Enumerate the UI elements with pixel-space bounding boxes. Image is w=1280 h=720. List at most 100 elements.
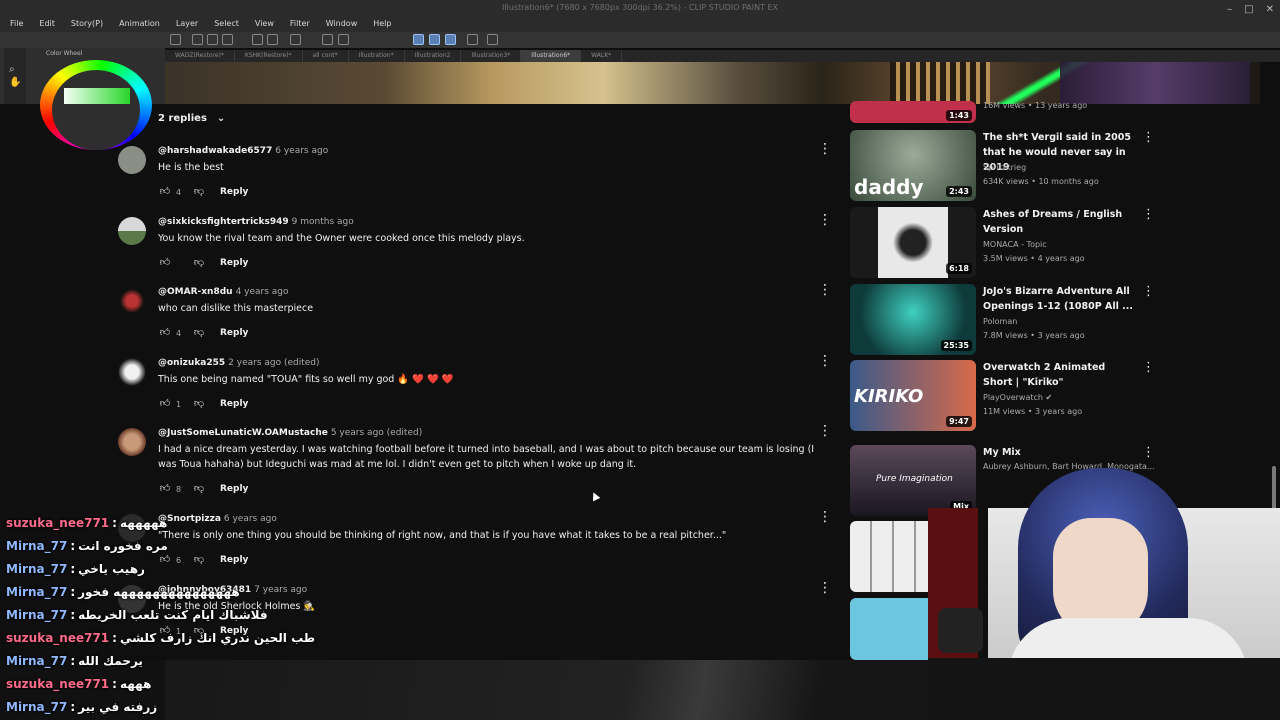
menu-select[interactable]: Select	[204, 16, 245, 32]
canvas-artwork[interactable]	[165, 62, 1260, 104]
reply-button[interactable]: Reply	[220, 484, 248, 494]
color-picker-square[interactable]	[64, 88, 130, 104]
fill-icon[interactable]	[322, 34, 333, 45]
avatar[interactable]	[118, 287, 146, 315]
more-options-icon[interactable]: ⋮	[818, 510, 832, 524]
color-wheel[interactable]	[40, 60, 152, 150]
avatar[interactable]	[118, 217, 146, 245]
doc-tab[interactable]: Illustration2	[405, 50, 462, 62]
reply-button[interactable]: Reply	[220, 258, 248, 268]
save-icon[interactable]	[207, 34, 218, 45]
doc-tab[interactable]: KSHK(Restore)*	[235, 50, 303, 62]
more-options-icon[interactable]: ⋮	[818, 424, 832, 438]
doc-tab[interactable]: WADZ(Restore)*	[165, 50, 235, 62]
video-thumbnail[interactable]: daddy 2:43	[850, 130, 976, 201]
comment-author[interactable]: @onizuka255	[158, 358, 225, 368]
chat-user: Mirna_77	[6, 700, 68, 714]
menu-animation[interactable]: Animation	[109, 16, 166, 32]
snap-grid-icon[interactable]	[445, 34, 456, 45]
reply-button[interactable]: Reply	[220, 187, 248, 197]
comment-time[interactable]: 2 years ago (edited)	[228, 358, 319, 368]
snap-special-ruler-icon[interactable]	[429, 34, 440, 45]
chat-text: يرحمك الله	[78, 654, 143, 668]
avatar[interactable]	[118, 428, 146, 456]
like-icon[interactable]: 👍︎	[158, 186, 172, 198]
doc-tab[interactable]: all cont*	[303, 50, 349, 62]
dislike-icon[interactable]: 👎︎	[192, 327, 206, 339]
menu-story[interactable]: Story(P)	[61, 16, 109, 32]
more-options-icon[interactable]: ⋮	[1142, 130, 1155, 145]
video-thumbnail[interactable]: 25:35	[850, 284, 976, 355]
like-icon[interactable]: 👍︎	[158, 257, 172, 269]
video-stats: 16M views • 13 years ago	[983, 101, 1088, 110]
menu-layer[interactable]: Layer	[166, 16, 204, 32]
like-icon[interactable]: 👍︎	[158, 398, 172, 410]
doc-tab-active[interactable]: Illustration6*	[521, 50, 582, 62]
clear-icon[interactable]	[290, 34, 301, 45]
comment-author[interactable]: @harshadwakade6577	[158, 146, 272, 156]
export-icon[interactable]	[222, 34, 233, 45]
comment-time[interactable]: 6 years ago	[275, 146, 328, 156]
menu-edit[interactable]: Edit	[29, 16, 61, 32]
comment-author[interactable]: @sixkicksfightertricks949	[158, 217, 289, 227]
video-title[interactable]: Ashes of Dreams / English Version	[983, 207, 1133, 237]
replies-toggle[interactable]: 2 replies ⌄	[158, 113, 225, 124]
comment-time[interactable]: 9 months ago	[292, 217, 354, 227]
ruler-icon[interactable]	[467, 34, 478, 45]
open-file-icon[interactable]	[192, 34, 203, 45]
dislike-icon[interactable]: 👎︎	[192, 398, 206, 410]
panel-tab-color-wheel[interactable]: Color Wheel	[46, 50, 82, 57]
more-options-icon[interactable]: ⋮	[818, 213, 832, 227]
new-file-icon[interactable]	[170, 34, 181, 45]
doc-tab[interactable]: Illustration3*	[461, 50, 522, 62]
video-channel[interactable]: Poloman	[983, 317, 1017, 326]
dislike-icon[interactable]: 👎︎	[192, 483, 206, 495]
video-title[interactable]: Overwatch 2 Animated Short | "Kiriko"	[983, 360, 1133, 390]
video-title[interactable]: My Mix	[983, 445, 1133, 460]
menu-window[interactable]: Window	[316, 16, 364, 32]
more-options-icon[interactable]: ⋮	[818, 354, 832, 368]
menu-filter[interactable]: Filter	[280, 16, 316, 32]
video-thumbnail[interactable]: 6:18	[850, 207, 976, 278]
comment-actions: 👍︎ 4 👎︎ Reply	[158, 327, 249, 339]
redo-icon[interactable]	[267, 34, 278, 45]
avatar[interactable]	[118, 358, 146, 386]
like-icon[interactable]: 👍︎	[158, 327, 172, 339]
video-channel[interactable]: Spritzkrieg	[983, 163, 1026, 172]
reply-button[interactable]: Reply	[220, 328, 248, 338]
comment-time[interactable]: 4 years ago	[236, 287, 289, 297]
video-channel[interactable]: MONACA - Topic	[983, 240, 1047, 249]
more-options-icon[interactable]: ⋮	[818, 581, 832, 595]
comment-author[interactable]: @OMAR-xn8du	[158, 287, 233, 297]
more-options-icon[interactable]: ⋮	[818, 142, 832, 156]
avatar[interactable]	[118, 146, 146, 174]
settings-icon[interactable]	[487, 34, 498, 45]
more-options-icon[interactable]: ⋮	[1142, 360, 1155, 375]
like-icon[interactable]: 👍︎	[158, 483, 172, 495]
menu-bar: File Edit Story(P) Animation Layer Selec…	[0, 16, 1280, 32]
video-thumbnail[interactable]: 1:43	[850, 101, 976, 123]
comment-time[interactable]: 5 years ago (edited)	[331, 428, 422, 438]
zoom-icon[interactable]: ⌕	[9, 64, 26, 75]
menu-view[interactable]: View	[245, 16, 280, 32]
more-options-icon[interactable]: ⋮	[818, 283, 832, 297]
more-options-icon[interactable]: ⋮	[1142, 445, 1155, 460]
hand-icon[interactable]: ✋	[9, 77, 26, 88]
transform-icon[interactable]	[338, 34, 349, 45]
menu-file[interactable]: File	[0, 16, 29, 32]
doc-tab[interactable]: WALK*	[581, 50, 623, 62]
comment-author[interactable]: @JustSomeLunaticW.OAMustache	[158, 428, 328, 438]
doc-tab[interactable]: Illustration*	[349, 50, 405, 62]
thumbnail-text: KIRIKO	[854, 386, 924, 407]
video-thumbnail[interactable]: KIRIKO 9:47	[850, 360, 976, 431]
more-options-icon[interactable]: ⋮	[1142, 284, 1155, 299]
snap-ruler-icon[interactable]	[413, 34, 424, 45]
more-options-icon[interactable]: ⋮	[1142, 207, 1155, 222]
undo-icon[interactable]	[252, 34, 263, 45]
menu-help[interactable]: Help	[363, 16, 397, 32]
dislike-icon[interactable]: 👎︎	[192, 257, 206, 269]
video-channel[interactable]: PlayOverwatch ✔	[983, 393, 1052, 402]
reply-button[interactable]: Reply	[220, 399, 248, 409]
dislike-icon[interactable]: 👎︎	[192, 186, 206, 198]
video-title[interactable]: JoJo's Bizarre Adventure All Openings 1-…	[983, 284, 1133, 314]
